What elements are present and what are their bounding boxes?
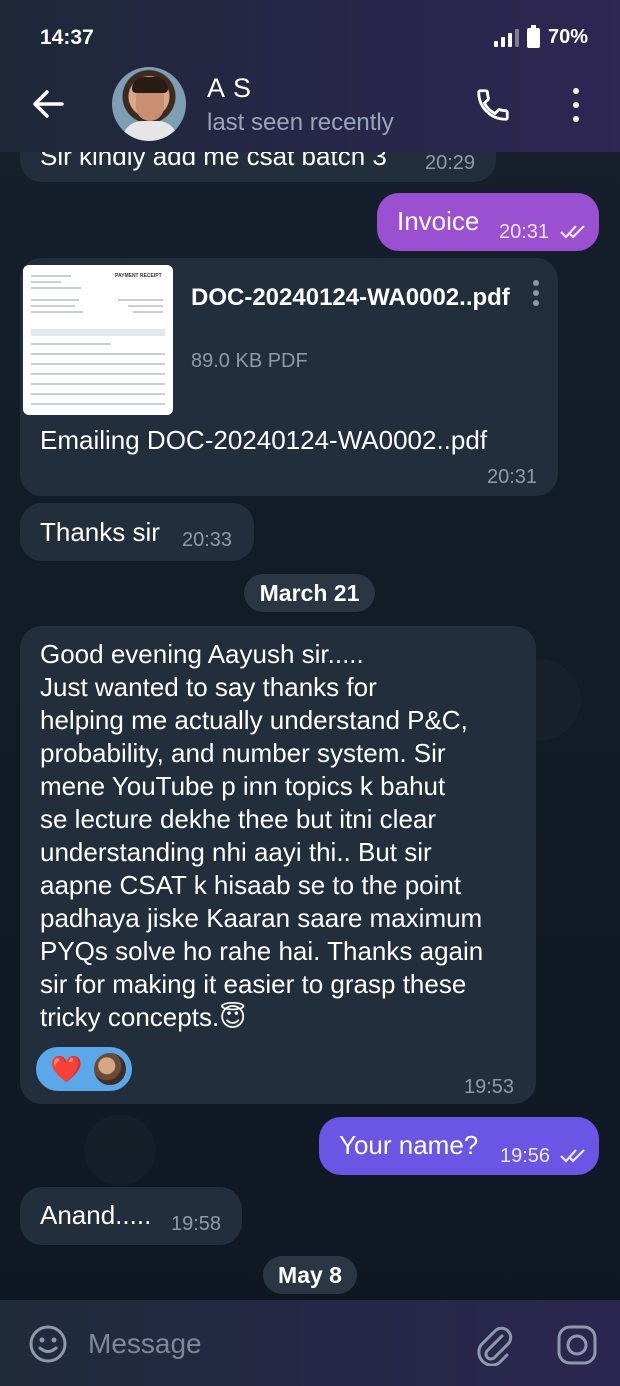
message-time: 19:53 [464, 1076, 515, 1098]
message-time: 20:29 [425, 152, 476, 174]
document-name[interactable]: DOC-20240124-WA0002..pdf [191, 282, 521, 313]
attach-icon[interactable] [474, 1322, 514, 1366]
document-thumbnail[interactable]: PAYMENT RECEIPT [23, 265, 173, 415]
battery-icon [526, 24, 540, 48]
document-size: 89.0 KB PDF [191, 350, 308, 372]
double-check-icon [560, 1149, 585, 1163]
more-vertical-icon[interactable] [566, 88, 586, 122]
message-time: 20:31 [487, 466, 538, 488]
signal-icon [493, 28, 519, 47]
date-separator: May 8 [263, 1256, 357, 1294]
back-arrow-icon[interactable] [30, 86, 66, 122]
message-time: 19:58 [171, 1213, 222, 1235]
message-composer [0, 1300, 620, 1386]
message-list[interactable]: Sir kindly add me csat batch 3 20:29 Inv… [0, 0, 620, 1300]
message-bubble-incoming[interactable]: Anand..... 19:58 [20, 1187, 242, 1245]
date-separator: March 21 [244, 574, 375, 612]
message-time: 19:56 [500, 1145, 551, 1167]
emoji-icon[interactable] [28, 1324, 68, 1364]
reactor-avatar [92, 1051, 128, 1087]
camera-icon[interactable] [556, 1324, 598, 1366]
message-text: Thanks sir [40, 517, 160, 547]
message-text: Anand..... [40, 1200, 152, 1230]
message-time: 20:33 [182, 529, 233, 551]
heart-icon: ❤️ [50, 1054, 83, 1084]
message-text: Good evening Aayush sir..... Just wanted… [40, 639, 484, 1032]
contact-status: last seen recently [207, 109, 394, 136]
message-bubble-incoming[interactable]: Thanks sir 20:33 [20, 503, 254, 561]
battery-percent: 70% [547, 26, 588, 48]
chat-header: 14:37 70% A S last seen recently [0, 0, 620, 152]
contact-name[interactable]: A S [207, 73, 252, 104]
message-bubble-outgoing[interactable]: Invoice 20:31 [377, 193, 599, 251]
status-indicators: 70% [493, 24, 588, 49]
doc-thumb-title: PAYMENT RECEIPT [115, 273, 162, 279]
message-text: Emailing DOC-20240124-WA0002..pdf [40, 425, 488, 455]
message-input[interactable] [88, 1322, 448, 1366]
phone-icon[interactable] [474, 86, 512, 124]
message-text: Invoice [397, 206, 480, 236]
double-check-icon [560, 225, 585, 239]
contact-avatar[interactable] [112, 67, 186, 141]
document-more-icon[interactable] [532, 280, 540, 306]
message-bubble-incoming[interactable]: Good evening Aayush sir..... Just wanted… [20, 626, 536, 1104]
message-bubble-outgoing[interactable]: Your name? 19:56 [319, 1117, 599, 1175]
message-text: Your name? [339, 1130, 479, 1160]
status-time: 14:37 [40, 26, 94, 49]
message-reactions[interactable]: ❤️ [36, 1047, 132, 1091]
message-time: 20:31 [499, 221, 550, 243]
